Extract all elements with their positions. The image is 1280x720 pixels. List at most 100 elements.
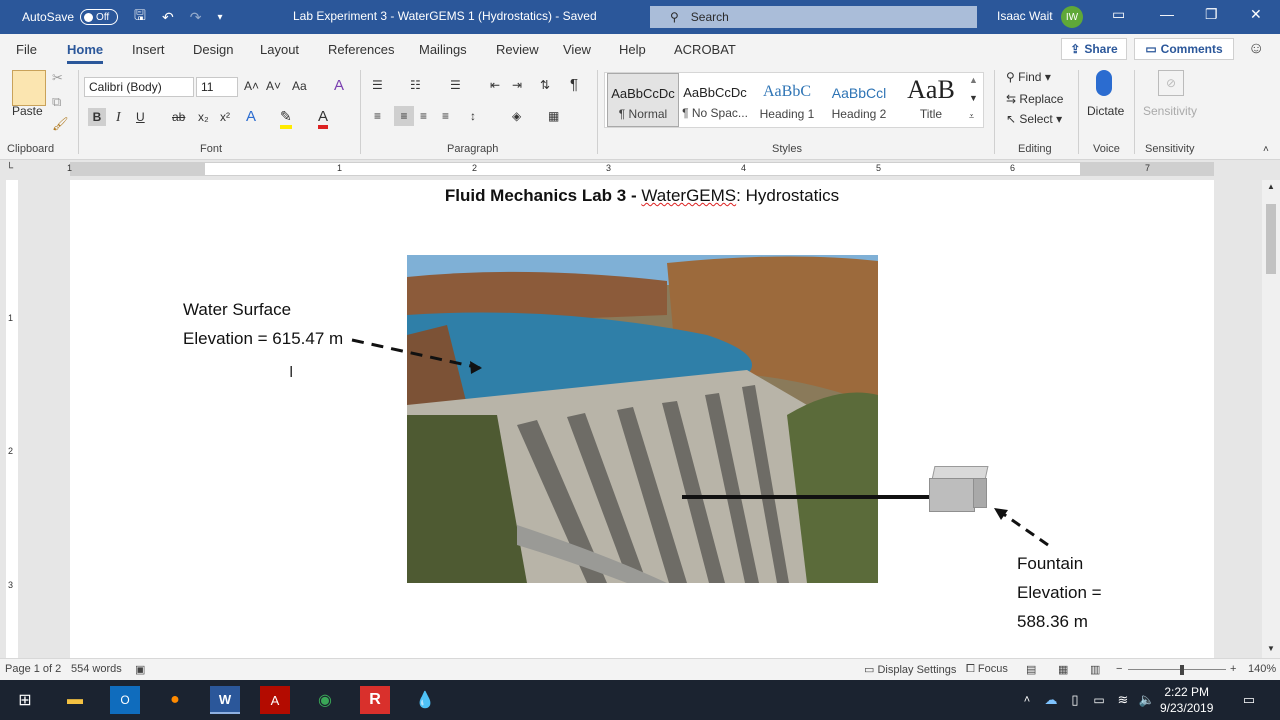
- tab-home[interactable]: Home: [67, 42, 104, 64]
- select-button[interactable]: ↖ Select ▾: [1006, 112, 1062, 126]
- font-color-icon[interactable]: A: [318, 108, 329, 129]
- fountain-label[interactable]: Fountain Elevation = 588.36 m: [1017, 549, 1102, 636]
- undo-icon[interactable]: ↶: [162, 9, 174, 26]
- tab-file[interactable]: File: [16, 42, 37, 57]
- page-count[interactable]: Page 1 of 2: [5, 663, 61, 675]
- avatar[interactable]: IW: [1061, 6, 1083, 28]
- paste-icon[interactable]: [12, 70, 46, 106]
- customize-toolbar-icon[interactable]: ▾: [217, 12, 222, 23]
- word-count[interactable]: 554 words: [71, 663, 122, 675]
- style-no-spacing[interactable]: AaBbCcDc ¶ No Spac...: [679, 73, 751, 127]
- read-mode-icon[interactable]: ▤: [1026, 663, 1036, 676]
- redo-icon[interactable]: ↷: [190, 9, 202, 26]
- search-input[interactable]: ⚲ Search: [650, 6, 977, 28]
- microphone-icon[interactable]: [1096, 70, 1112, 96]
- collapse-ribbon-icon[interactable]: ˄: [1263, 144, 1269, 155]
- replace-button[interactable]: ⇆ Replace: [1006, 92, 1063, 106]
- feedback-smiley-icon[interactable]: ☺: [1248, 40, 1264, 58]
- scroll-up-icon[interactable]: ▲: [1267, 182, 1275, 191]
- zoom-slider-thumb[interactable]: [1180, 665, 1184, 675]
- notifications-icon[interactable]: ▭: [1234, 686, 1264, 714]
- zoom-in-icon[interactable]: +: [1230, 663, 1236, 675]
- windows-start-icon[interactable]: ⊞: [10, 686, 40, 714]
- style-normal[interactable]: AaBbCcDc ¶ Normal: [607, 73, 679, 127]
- page[interactable]: Fluid Mechanics Lab 3 - WaterGEMS: Hydro…: [70, 180, 1214, 658]
- underline-icon[interactable]: U: [136, 110, 145, 124]
- horizontal-ruler[interactable]: └ 1 1 2 3 4 5 6 7: [0, 160, 1280, 180]
- grow-font-icon[interactable]: A˄: [244, 79, 259, 93]
- decrease-indent-icon[interactable]: ⇤: [490, 78, 500, 92]
- tab-acrobat[interactable]: ACROBAT: [674, 42, 736, 57]
- tab-view[interactable]: View: [563, 42, 591, 57]
- acrobat-icon[interactable]: A: [260, 686, 290, 714]
- print-layout-icon[interactable]: ▦: [1058, 663, 1068, 676]
- scrollbar-thumb[interactable]: [1266, 204, 1276, 274]
- zoom-slider[interactable]: [1128, 669, 1226, 670]
- water-fountain-image[interactable]: [929, 462, 989, 514]
- vertical-scrollbar[interactable]: ▲ ▼: [1262, 180, 1280, 658]
- subscript-icon[interactable]: x₂: [198, 110, 209, 124]
- cut-icon[interactable]: ✂: [52, 70, 63, 86]
- multilevel-list-icon[interactable]: ☰: [450, 78, 461, 92]
- r-app-icon[interactable]: R: [360, 686, 390, 714]
- style-title[interactable]: AaB Title: [895, 73, 967, 127]
- tab-help[interactable]: Help: [619, 42, 646, 57]
- align-center-icon[interactable]: ≡: [394, 106, 414, 126]
- styles-scroll-down-icon[interactable]: ▼: [969, 93, 978, 103]
- paste-button[interactable]: Paste: [12, 104, 43, 118]
- proofing-icon[interactable]: ▣: [135, 663, 145, 676]
- minimize-icon[interactable]: —: [1160, 6, 1174, 22]
- close-icon[interactable]: ✕: [1250, 6, 1262, 23]
- align-left-icon[interactable]: ≡: [374, 109, 381, 123]
- volume-icon[interactable]: 🔈: [1132, 686, 1162, 714]
- firefox-icon[interactable]: ●: [160, 686, 190, 714]
- zoom-out-icon[interactable]: −: [1116, 663, 1122, 675]
- tab-design[interactable]: Design: [193, 42, 233, 57]
- format-painter-icon[interactable]: 🖌: [52, 116, 69, 132]
- line-spacing-icon[interactable]: ↕: [470, 109, 476, 123]
- ribbon-display-icon[interactable]: ▭: [1112, 6, 1125, 23]
- focus-button[interactable]: ⧠ Focus: [966, 663, 1008, 676]
- style-heading-1[interactable]: AaBbC Heading 1: [751, 73, 823, 127]
- numbering-icon[interactable]: ☷: [410, 78, 421, 92]
- web-layout-icon[interactable]: ▥: [1090, 663, 1100, 676]
- tab-review[interactable]: Review: [496, 42, 539, 57]
- system-clock[interactable]: 2:22 PM 9/23/2019: [1160, 684, 1213, 716]
- zoom-level[interactable]: 140%: [1248, 663, 1276, 675]
- sensitivity-icon[interactable]: ⊘: [1158, 70, 1184, 96]
- water-surface-label[interactable]: Water Surface Elevation = 615.47 m: [183, 295, 343, 353]
- font-size-select[interactable]: 11: [196, 77, 238, 97]
- tab-insert[interactable]: Insert: [132, 42, 165, 57]
- scroll-down-icon[interactable]: ▼: [1267, 644, 1275, 653]
- copy-icon[interactable]: ⧉: [52, 94, 61, 110]
- sort-icon[interactable]: ⇅: [540, 78, 550, 92]
- tab-selector-icon[interactable]: └: [6, 163, 13, 174]
- highlight-icon[interactable]: ✎: [280, 108, 292, 129]
- strikethrough-icon[interactable]: ab: [172, 110, 185, 124]
- justify-icon[interactable]: ≡: [442, 109, 449, 123]
- save-icon[interactable]: 🖫: [134, 5, 146, 29]
- display-settings-button[interactable]: ▭ Display Settings: [864, 663, 956, 676]
- share-button[interactable]: ⇪ Share: [1061, 38, 1127, 60]
- change-case-icon[interactable]: Aa: [292, 79, 307, 93]
- waterdrop-app-icon[interactable]: 💧: [410, 686, 440, 714]
- styles-scroll-up-icon[interactable]: ▲: [969, 75, 978, 85]
- user-name[interactable]: Isaac Wait: [997, 9, 1053, 23]
- styles-more-icon[interactable]: ⩡: [969, 111, 974, 122]
- comments-button[interactable]: ▭ Comments: [1134, 38, 1234, 60]
- outlook-icon[interactable]: O: [110, 686, 140, 714]
- shading-icon[interactable]: ◈: [512, 109, 521, 123]
- restore-icon[interactable]: ❐: [1205, 6, 1218, 23]
- tab-references[interactable]: References: [328, 42, 394, 57]
- find-button[interactable]: ⚲ Find ▾: [1006, 70, 1051, 84]
- chrome-icon[interactable]: ◉: [310, 686, 340, 714]
- bullets-icon[interactable]: ☰: [372, 78, 383, 92]
- bold-icon[interactable]: B: [88, 108, 106, 126]
- dictate-button[interactable]: Dictate: [1087, 104, 1124, 118]
- autosave-control[interactable]: AutoSave Off: [22, 9, 119, 25]
- file-explorer-icon[interactable]: ▬: [60, 686, 90, 714]
- clear-formatting-icon[interactable]: A: [334, 77, 344, 94]
- font-name-select[interactable]: Calibri (Body): [84, 77, 194, 97]
- superscript-icon[interactable]: x²: [220, 110, 230, 124]
- tab-layout[interactable]: Layout: [260, 42, 299, 57]
